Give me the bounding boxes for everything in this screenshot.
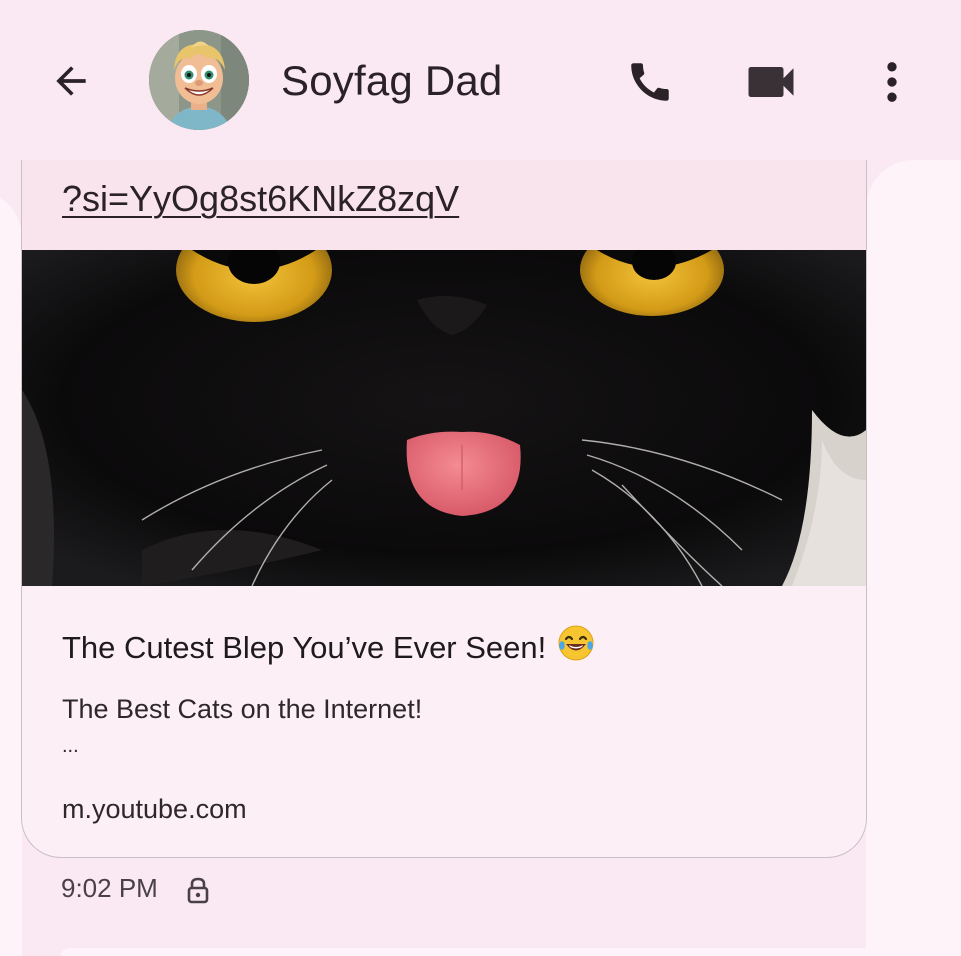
back-button[interactable] bbox=[40, 50, 102, 112]
link-preview-domain: m.youtube.com bbox=[62, 794, 247, 824]
background-panel-left bbox=[0, 190, 22, 956]
arrow-back-icon bbox=[56, 66, 86, 96]
message-timestamp: 9:02 PM bbox=[61, 873, 158, 903]
link-preview-title-text: The Cutest Blep You’ve Ever Seen! bbox=[62, 630, 547, 665]
link-preview-description: The Best Cats on the Internet! bbox=[62, 694, 423, 724]
conversation-header: Soyfag Dad bbox=[0, 0, 961, 160]
message-bubble[interactable]: ?si=YyOg8st6KNkZ8zqV The Cutest Blep You… bbox=[21, 160, 867, 858]
link-preview-title[interactable]: The Cutest Blep You’ve Ever Seen! bbox=[62, 623, 596, 671]
message-link[interactable]: ?si=YyOg8st6KNkZ8zqV bbox=[62, 178, 459, 220]
cartoon-avatar-icon bbox=[149, 30, 249, 130]
background-panel-right bbox=[866, 160, 961, 956]
link-preview-image[interactable] bbox=[22, 250, 866, 586]
more-vert-icon bbox=[887, 62, 897, 102]
phone-icon bbox=[631, 63, 669, 101]
face-with-tears-of-joy-icon bbox=[556, 623, 596, 671]
contact-name[interactable]: Soyfag Dad bbox=[281, 57, 502, 105]
call-button[interactable] bbox=[620, 52, 680, 112]
link-text-area: ?si=YyOg8st6KNkZ8zqV bbox=[22, 160, 866, 250]
lock-icon bbox=[187, 877, 209, 904]
avatar[interactable] bbox=[149, 30, 249, 130]
video-call-button[interactable] bbox=[741, 52, 801, 112]
black-cat-blep-thumbnail bbox=[22, 250, 866, 586]
more-options-button[interactable] bbox=[862, 52, 922, 112]
link-preview-ellipsis: ... bbox=[62, 735, 79, 757]
conversation-screen: Soyfag Dad ?si=YyOg8st6KNkZ8zqV The Cute… bbox=[0, 0, 961, 956]
next-message-edge bbox=[60, 948, 880, 956]
videocam-icon bbox=[748, 67, 794, 97]
